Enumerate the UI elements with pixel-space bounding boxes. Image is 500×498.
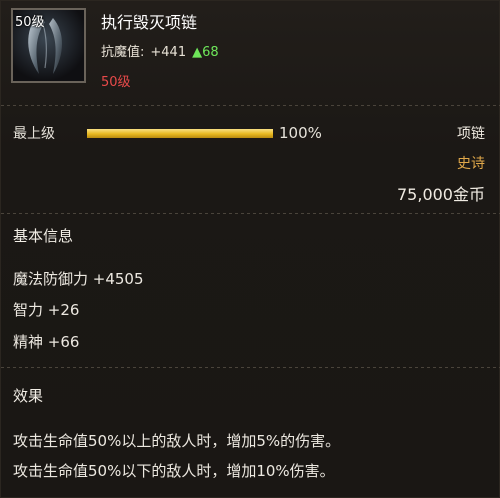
item-quality: 史诗 — [457, 156, 485, 172]
rank-label: 最上级 — [13, 126, 55, 142]
required-level: 50级 — [101, 75, 131, 90]
item-name: 执行毁灭项链 — [101, 13, 198, 32]
divider — [1, 213, 500, 214]
divider — [1, 367, 500, 368]
main-stat-label: 抗魔值: — [101, 45, 145, 60]
effect-line: 攻击生命值50%以上的敌人时，增加5%的伤害。 — [13, 432, 341, 450]
item-tooltip: 50级 执行毁灭项链 抗魔值: +441 ▲68 50级 最上级 100% 项链 史… — [0, 0, 500, 498]
rank-progress-bar — [87, 129, 273, 138]
attribute-line: 魔法防御力 +4505 — [13, 270, 144, 288]
effect-title: 效果 — [13, 387, 44, 405]
effect-line: 攻击生命值50%以下的敌人时，增加10%伤害。 — [13, 462, 335, 480]
item-icon-level: 50级 — [15, 15, 45, 30]
main-stat-row: 抗魔值: +441 ▲68 — [101, 41, 219, 60]
item-price: 75,000金币 — [397, 185, 485, 204]
attribute-line: 智力 +26 — [13, 301, 80, 319]
main-stat-value: +441 — [150, 45, 187, 60]
divider — [1, 105, 500, 106]
item-type: 项链 — [457, 126, 485, 142]
stat-increase-value: 68 — [202, 45, 219, 60]
attribute-line: 精神 +66 — [13, 333, 80, 351]
item-icon[interactable]: 50级 — [11, 8, 86, 83]
basic-info-title: 基本信息 — [13, 227, 74, 245]
rank-percent: 100% — [279, 124, 322, 142]
rank-progress-fill — [87, 129, 273, 138]
stat-increase: ▲68 — [192, 45, 219, 60]
up-arrow-icon: ▲ — [192, 45, 203, 60]
